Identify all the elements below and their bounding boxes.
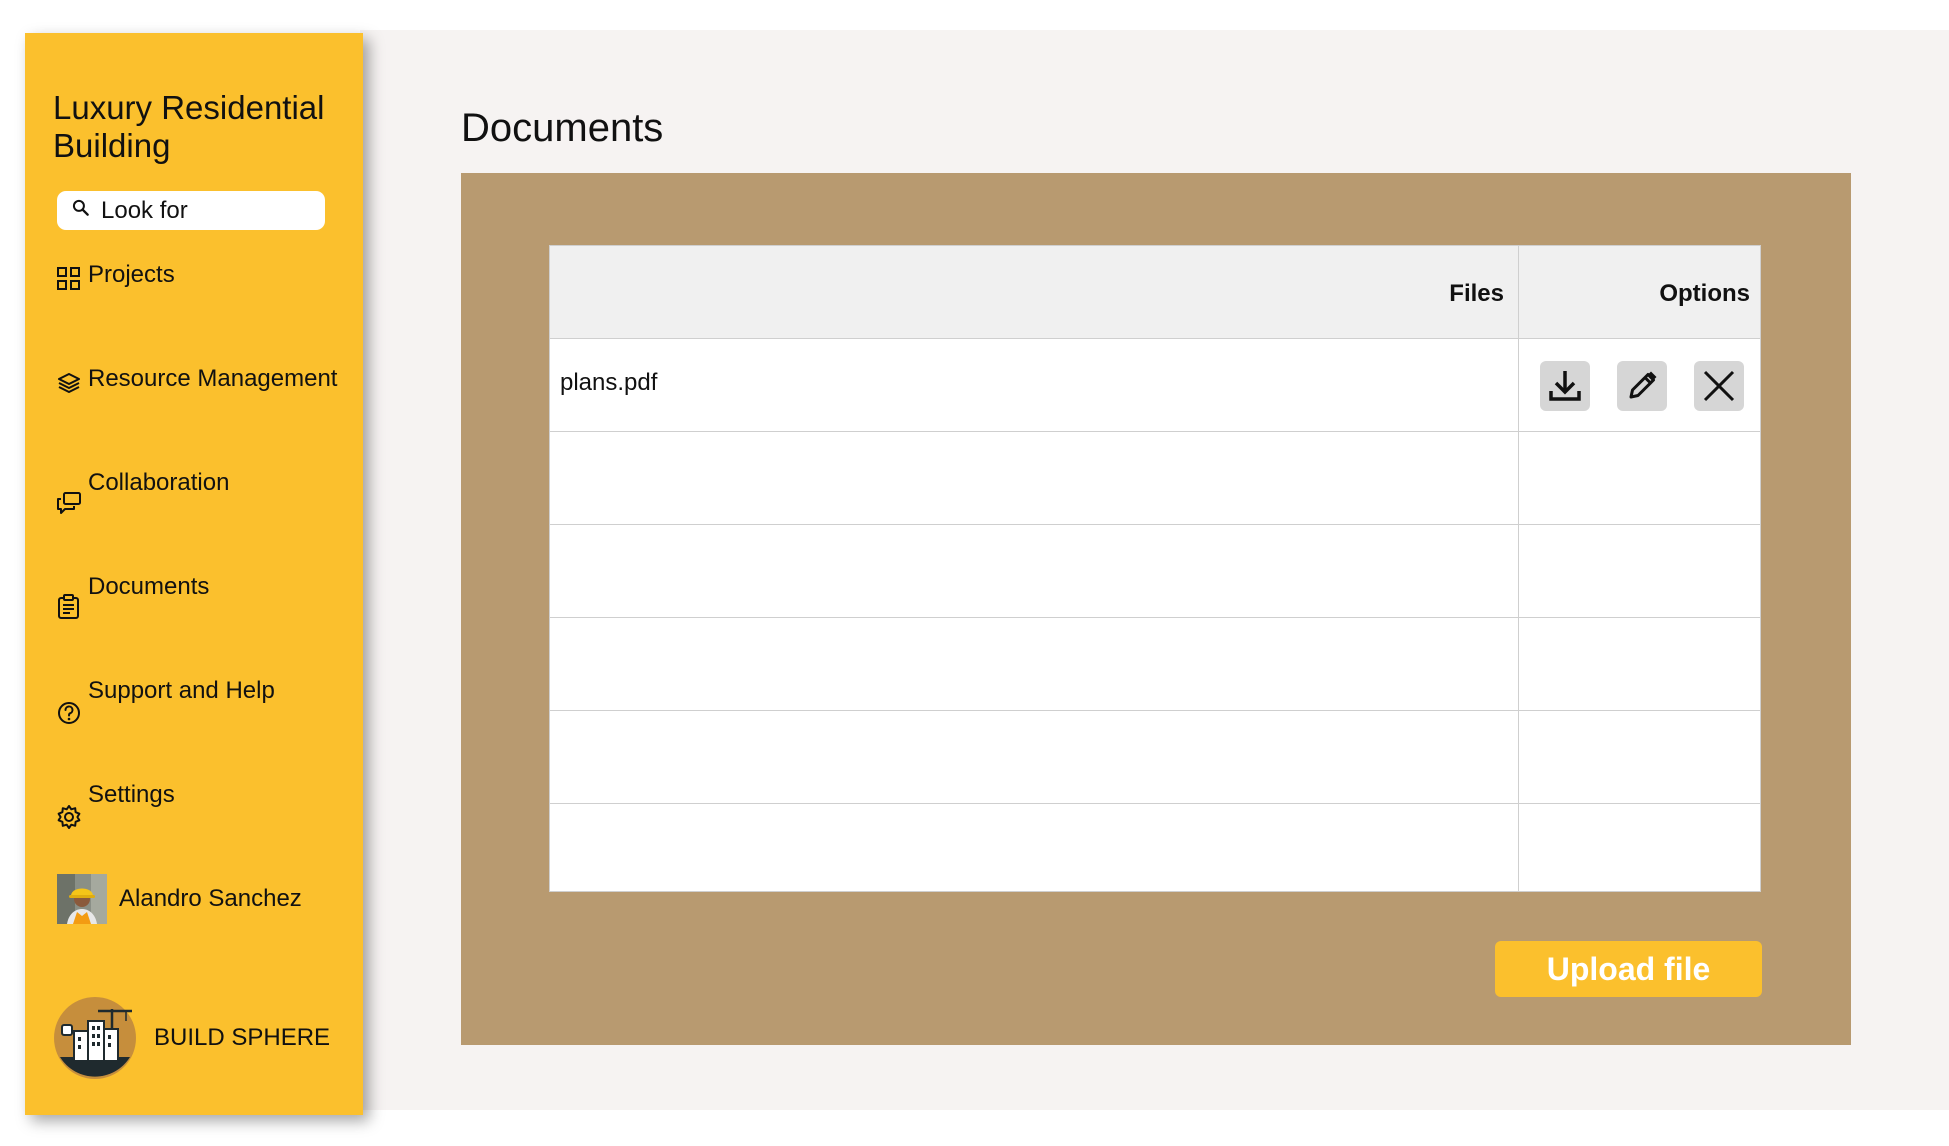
column-divider [1518,246,1519,891]
row-actions [1540,361,1744,411]
table-row [550,525,1760,618]
table-row [550,711,1760,804]
column-header-options: Options [1659,280,1750,307]
user-profile[interactable]: Alandro Sanchez [57,873,302,925]
layers-icon [55,369,83,397]
gear-icon [55,803,83,831]
close-icon [1703,370,1735,402]
brand: BUILD SPHERE [52,995,330,1081]
sidebar-item-support-and-help[interactable]: Support and Help [55,677,365,737]
sidebar-item-settings[interactable]: Settings [55,781,365,841]
documents-panel: Files Options plans.pdf Upload file [461,173,1851,1045]
edit-icon [1629,371,1657,399]
sidebar-item-resource-management[interactable]: Resource Management [55,365,365,425]
search-value: Look for [101,196,188,224]
search-input[interactable]: Look for [57,191,325,230]
brand-name: BUILD SPHERE [154,1024,331,1051]
table-header: Files Options [550,246,1760,339]
sidebar-item-documents[interactable]: Documents [55,573,365,633]
file-name[interactable]: plans.pdf [560,369,657,397]
upload-file-button[interactable]: Upload file [1495,941,1762,997]
avatar [57,874,107,924]
sidebar-item-label: Resource Management [88,365,338,392]
edit-button[interactable] [1617,361,1667,411]
download-button[interactable] [1540,361,1590,411]
app-root: Luxury Residential Building Look for Pro… [0,0,1949,1146]
help-icon [55,699,83,727]
page-title: Documents [461,106,664,150]
column-header-files: Files [1449,280,1504,307]
user-name: Alandro Sanchez [119,885,302,912]
sidebar-item-label: Collaboration [88,469,230,496]
build-sphere-logo [52,995,138,1081]
sidebar-item-label: Projects [88,261,175,288]
clipboard-icon [55,593,83,621]
sidebar: Luxury Residential Building Look for Pro… [25,33,363,1115]
sidebar-item-label: Settings [88,781,175,808]
table-row [550,432,1760,525]
table-row [550,804,1760,892]
documents-table: Files Options plans.pdf [549,245,1761,892]
sidebar-item-projects[interactable]: Projects [55,261,365,321]
sidebar-item-label: Documents [88,573,210,600]
delete-button[interactable] [1694,361,1744,411]
chat-icon [55,489,83,517]
download-icon [1549,371,1581,401]
project-title: Luxury Residential Building [53,89,325,164]
sidebar-item-collaboration[interactable]: Collaboration [55,469,365,529]
sidebar-item-label: Support and Help [88,677,275,704]
grid-icon [55,265,83,293]
search-icon [71,198,91,223]
table-row [550,618,1760,711]
table-row: plans.pdf [550,339,1760,432]
